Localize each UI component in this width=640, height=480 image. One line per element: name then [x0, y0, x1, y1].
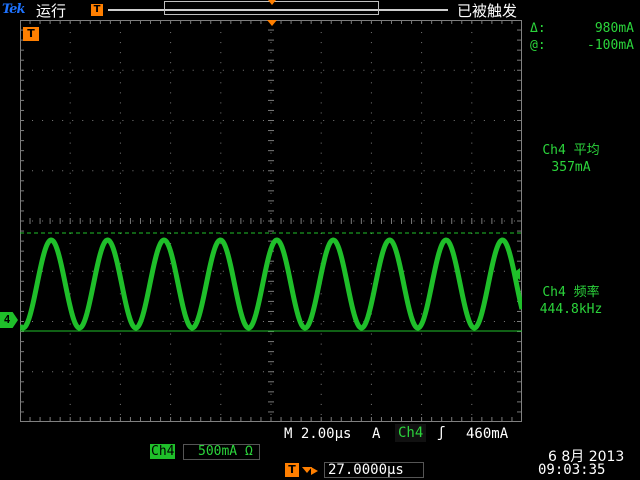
- run-status: 运行: [36, 2, 67, 20]
- trigger-arrow-icon: [267, 20, 277, 26]
- cursor-readout: Δ: 980mA @: -100mA: [530, 20, 634, 54]
- cursor-at-label: @:: [530, 38, 546, 53]
- cursor-delta-value: 980mA: [594, 21, 634, 36]
- measurement-label: Ch4 频率: [542, 285, 600, 300]
- cursor-delta-label: Δ:: [530, 21, 546, 36]
- time-readout: 09:03:35: [538, 462, 606, 478]
- measurement-label: Ch4 平均: [542, 143, 600, 158]
- measurement-mean: Ch4 平均 357mA: [516, 142, 626, 176]
- trigger-slope-icon: ʃ: [437, 425, 446, 441]
- trigger-time-marker-icon[interactable]: T: [23, 27, 39, 41]
- measurement-value: 357mA: [551, 160, 591, 175]
- ch4-scale-readout: 500mA Ω: [183, 444, 260, 460]
- trigger-level-readout: 460mA: [466, 426, 509, 442]
- cursor-at-value: -100mA: [587, 38, 634, 53]
- trigger-status: 已被触发: [457, 2, 518, 20]
- measurement-frequency: Ch4 频率 444.8kHz: [516, 284, 626, 318]
- horizontal-delay-readout: 27.0000μs: [324, 462, 424, 478]
- trigger-point-arrow-icon: [268, 0, 276, 5]
- ch4-waveform: [20, 232, 522, 332]
- delay-right-arrow-icon: [311, 467, 318, 475]
- delay-trigger-icon: T: [285, 463, 299, 477]
- ch4-channel-label[interactable]: Ch4: [150, 444, 176, 459]
- trigger-level-marker-icon[interactable]: [512, 268, 520, 280]
- trigger-position-icon: T: [91, 4, 103, 16]
- ch4-ground-marker-icon[interactable]: 4: [0, 312, 18, 328]
- ch4-trace: [20, 237, 522, 331]
- ch4-ground-label: 4: [3, 313, 11, 326]
- measurement-value: 444.8kHz: [539, 302, 603, 317]
- acquisition-mode: A: [372, 426, 381, 442]
- trigger-source: Ch4: [395, 424, 427, 442]
- tek-logo: Tek: [2, 2, 25, 17]
- timebase-readout: M 2.00μs: [284, 426, 352, 442]
